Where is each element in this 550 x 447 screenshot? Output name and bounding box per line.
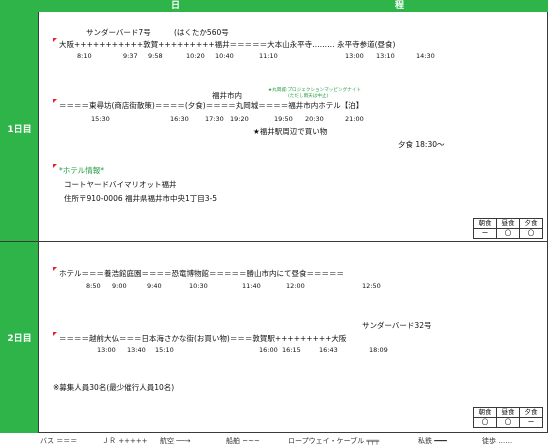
day1-row2-marker bbox=[53, 99, 57, 103]
header-schedule-label: 程 bbox=[395, 1, 405, 11]
day2-time: 8:50 bbox=[86, 282, 101, 290]
day1-time: 19:20 bbox=[230, 115, 249, 123]
legend-air: 航空 ──→ bbox=[160, 437, 191, 445]
hotel-info-title: *ホテル情報* bbox=[59, 166, 104, 175]
day2-time: 9:00 bbox=[112, 282, 127, 290]
day1-city-label: 福井市内 bbox=[212, 91, 242, 100]
day2-row1-marker bbox=[53, 267, 57, 271]
day2-time: 11:40 bbox=[242, 282, 261, 290]
day1-time: 16:30 bbox=[170, 115, 189, 123]
meal-header-dinner: 夕食 bbox=[519, 407, 543, 418]
legend-walk: 徒歩 …… bbox=[482, 437, 513, 445]
day1-train-thunderbird: サンダーバード7号 bbox=[86, 28, 151, 37]
day2-route2: ＝＝＝＝越前大仏＝＝＝日本海さかな街(お買い物)＝＝＝敦賀駅+++++++++大… bbox=[59, 334, 347, 343]
day1-projection-note: ★丸岡城:プロジェクションマッピングナイト bbox=[268, 88, 361, 93]
hotel-name: コートヤードバイマリオット福井 bbox=[64, 180, 177, 189]
day1-time: 10:40 bbox=[215, 52, 234, 60]
capacity-note: ※募集人員30名(最少催行人員10名) bbox=[53, 383, 175, 392]
day2-time: 10:30 bbox=[189, 282, 208, 290]
day1-time: 11:10 bbox=[259, 52, 278, 60]
header-day-label: 日 bbox=[171, 1, 181, 11]
meal-lunch-value: 〇 bbox=[496, 228, 520, 239]
day1-route2: ＝＝＝＝東尋坊(商店街散策)＝＝＝＝(夕食)＝＝＝＝丸岡城＝＝＝＝福井市内ホテル… bbox=[59, 101, 364, 110]
day1-projection-sub: (ただし雨天は中止) bbox=[288, 94, 329, 99]
day2-sidebar: 2日目 bbox=[0, 242, 39, 433]
day2-time: 13:00 bbox=[97, 346, 116, 354]
day1-time: 21:00 bbox=[345, 115, 364, 123]
day1-time: 13:00 bbox=[345, 52, 364, 60]
day1-row1-marker bbox=[53, 38, 57, 42]
meal-header-lunch: 昼食 bbox=[496, 218, 520, 229]
day2-time: 16:00 bbox=[259, 346, 278, 354]
day2-meals-table: 朝食 昼食 夕食 〇 〇 ー bbox=[473, 407, 543, 428]
day1-time: 17:30 bbox=[205, 115, 224, 123]
day1-hotel-marker bbox=[53, 164, 57, 168]
transport-legend: バス ＝＝＝ ＪＲ +++++ 航空 ──→ 船舶 ~~~ ロープウェイ・ケーブ… bbox=[0, 435, 550, 447]
day1-label: 1日目 bbox=[7, 125, 32, 135]
day1-time: 9:37 bbox=[123, 52, 138, 60]
meal-lunch-value: 〇 bbox=[496, 417, 520, 428]
day1-time: 20:30 bbox=[305, 115, 324, 123]
legend-ropeway: ロープウェイ・ケーブル ╤╤╤ bbox=[288, 437, 380, 445]
meal-dinner-value: 〇 bbox=[519, 228, 543, 239]
meal-breakfast-value: ー bbox=[473, 228, 497, 239]
day2-time: 13:40 bbox=[127, 346, 146, 354]
day1-time: 8:10 bbox=[77, 52, 92, 60]
day2-time: 16:43 bbox=[319, 346, 338, 354]
meal-breakfast-value: 〇 bbox=[473, 417, 497, 428]
day1-shopping-note: ★福井駅周辺で買い物 bbox=[253, 127, 328, 136]
day2-time: 18:09 bbox=[369, 346, 388, 354]
day1-time: 19:50 bbox=[274, 115, 293, 123]
day2-time: 12:00 bbox=[286, 282, 305, 290]
day1-meals-table: 朝食 昼食 夕食 ー 〇 〇 bbox=[473, 218, 543, 239]
meal-header-breakfast: 朝食 bbox=[473, 218, 497, 229]
day1-time: 13:10 bbox=[376, 52, 395, 60]
day1-sidebar: 1日目 bbox=[0, 12, 39, 241]
meal-dinner-value: ー bbox=[519, 417, 543, 428]
header-band: 日 程 bbox=[0, 0, 548, 12]
itinerary-table bbox=[0, 0, 548, 433]
meal-header-dinner: 夕食 bbox=[519, 218, 543, 229]
day1-route1: 大阪+++++++++++敦賀+++++++++福井＝＝＝＝＝大本山永平寺………… bbox=[59, 40, 396, 49]
legend-private-rail: 私鉄 ━━━ bbox=[418, 437, 447, 445]
day2-time: 9:40 bbox=[147, 282, 162, 290]
day2-time: 16:15 bbox=[282, 346, 301, 354]
day1-time: 9:58 bbox=[148, 52, 163, 60]
day1-dinner-time: 夕食 18:30～ bbox=[398, 140, 445, 149]
day1-time: 14:30 bbox=[416, 52, 435, 60]
meal-header-breakfast: 朝食 bbox=[473, 407, 497, 418]
legend-bus: バス ＝＝＝ bbox=[40, 437, 78, 445]
day1-time: 15:30 bbox=[91, 115, 110, 123]
day2-row2-marker bbox=[53, 332, 57, 336]
day1-train-hakutaka: (はくたか560号 bbox=[174, 28, 229, 37]
day2-train-thunderbird: サンダーバード32号 bbox=[362, 321, 432, 330]
hotel-address: 住所〒910-0006 福井県福井市中央1丁目3-5 bbox=[64, 194, 218, 203]
day2-label: 2日目 bbox=[7, 334, 32, 344]
legend-ship: 船舶 ~~~ bbox=[226, 437, 260, 445]
day1-time: 10:20 bbox=[186, 52, 205, 60]
day-divider bbox=[0, 241, 548, 242]
day2-time: 15:10 bbox=[155, 346, 174, 354]
meal-header-lunch: 昼食 bbox=[496, 407, 520, 418]
legend-jr: ＪＲ +++++ bbox=[102, 437, 148, 445]
day2-route1: ホテル＝＝＝養浩館庭園＝＝＝＝恐竜博物館＝＝＝＝＝勝山市内にて昼食＝＝＝＝＝ bbox=[59, 269, 344, 278]
day2-time: 12:50 bbox=[362, 282, 381, 290]
